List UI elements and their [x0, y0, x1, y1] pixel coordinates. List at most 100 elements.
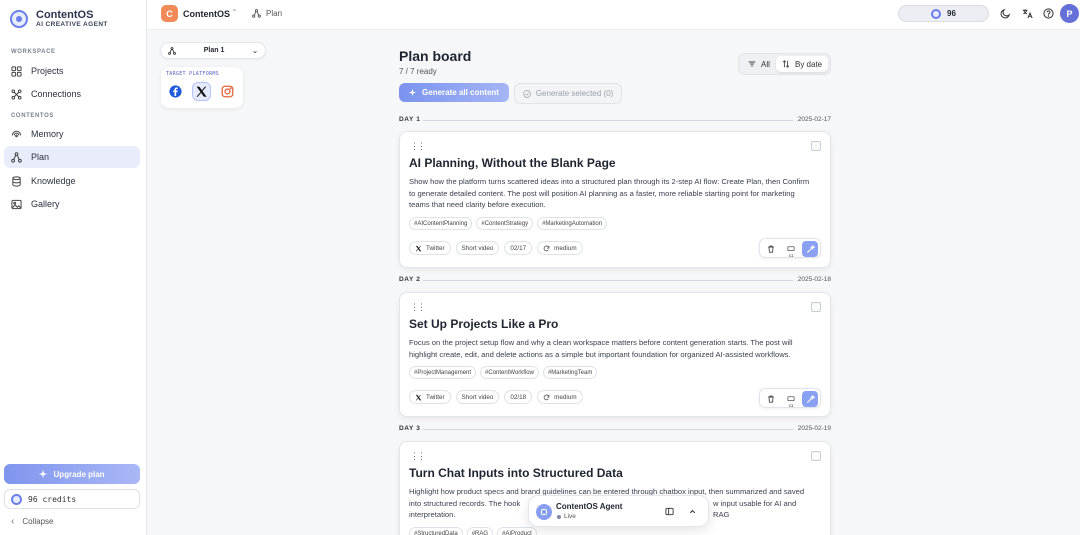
- hashtag: #ContentWorkflow: [480, 366, 539, 379]
- magic-wand-icon: [806, 394, 815, 403]
- database-icon: [12, 175, 21, 187]
- refresh-icon: [543, 394, 550, 400]
- filter-all-label: All: [761, 59, 770, 69]
- refresh-icon: [543, 245, 550, 251]
- sidebar-item-gallery[interactable]: Gallery: [4, 193, 140, 215]
- brand-name: ContentOS: [36, 9, 94, 21]
- sparkle-icon: [409, 89, 417, 96]
- status-dot: [557, 514, 561, 519]
- credits-icon: [931, 8, 942, 19]
- chevron-up-icon[interactable]: [688, 507, 697, 516]
- section-label-workspace: WORKSPACE: [11, 49, 56, 55]
- credits-count: 96: [947, 9, 956, 18]
- generate-card-button[interactable]: [802, 391, 818, 407]
- trash-icon[interactable]: [763, 391, 779, 407]
- content-card[interactable]: ⋮⋮ AI Planning, Without the Blank Page S…: [399, 131, 831, 268]
- brand-tagline: AI CREATIVE AGENT: [36, 21, 108, 28]
- day-date: 2025-02-19: [797, 425, 831, 432]
- generate-card-button[interactable]: [802, 241, 818, 257]
- sidebar-item-label: Gallery: [31, 199, 60, 209]
- upgrade-plan-button[interactable]: Upgrade plan: [4, 464, 140, 484]
- project-name[interactable]: ContentOS: [183, 9, 230, 19]
- sparkle-icon: [39, 470, 48, 478]
- generate-selected-button[interactable]: Generate selected (0): [514, 83, 622, 104]
- moon-icon[interactable]: [1000, 8, 1011, 19]
- card-title: AI Planning, Without the Blank Page: [409, 156, 616, 170]
- check-circle-icon: [522, 89, 531, 98]
- platform-badge: Twitter: [409, 241, 451, 255]
- sidebar-item-label: Memory: [31, 129, 64, 139]
- agent-widget[interactable]: ContentOS Agent Live: [528, 495, 709, 527]
- generate-all-label: Generate all content: [422, 88, 499, 97]
- help-icon[interactable]: [1043, 8, 1054, 19]
- project-avatar[interactable]: C: [161, 5, 178, 22]
- credits-pill[interactable]: 96: [898, 5, 989, 22]
- platform-toggle-instagram[interactable]: [218, 82, 237, 101]
- description-fragment: w input usable for AI and RAG: [713, 498, 797, 520]
- variant-count: x1: [788, 253, 794, 258]
- x-logo-icon: [415, 245, 422, 251]
- tag-list: #AIContentPlanning #ContentStrategy #Mar…: [409, 217, 608, 230]
- platform-toggle-facebook[interactable]: [166, 82, 185, 101]
- plan-selector[interactable]: Plan 1 ⌄: [160, 42, 266, 59]
- day-label: DAY 2: [399, 276, 421, 283]
- sidebar-item-projects[interactable]: Projects: [4, 60, 140, 82]
- day-divider: [423, 429, 793, 430]
- variant-count-button[interactable]: x1: [783, 241, 799, 258]
- platform-label: Twitter: [426, 393, 445, 401]
- monitor-icon: [787, 245, 795, 251]
- brand[interactable]: ContentOS AI CREATIVE AGENT: [10, 9, 108, 29]
- collapse-sidebar-button[interactable]: ‹ Collapse: [11, 516, 53, 527]
- agent-status-label: Live: [564, 513, 576, 520]
- meta-list: Twitter Short video 02/17 medium: [409, 241, 583, 255]
- card-description: Show how the platform turns scattered id…: [409, 177, 810, 210]
- collapse-label: Collapse: [22, 517, 54, 526]
- format-badge: Short video: [455, 241, 500, 255]
- variant-count-button[interactable]: x1: [783, 391, 799, 408]
- drag-handle-icon[interactable]: ⋮⋮: [410, 451, 426, 462]
- card-actions: x1: [759, 238, 821, 258]
- magic-wand-icon: [806, 244, 815, 253]
- facebook-icon: [169, 85, 182, 98]
- select-checkbox[interactable]: [811, 451, 821, 461]
- filter-by-date-label: By date: [795, 59, 823, 69]
- agent-name: ContentOS Agent: [556, 502, 623, 511]
- sidebar-item-label: Projects: [31, 66, 64, 76]
- credits-label: 96 credits: [28, 494, 77, 504]
- platform-badge: Twitter: [409, 390, 451, 404]
- hashtag: #MarketingAutomation: [537, 217, 608, 230]
- drag-handle-icon[interactable]: ⋮⋮: [410, 302, 426, 313]
- grid-icon: [11, 65, 22, 77]
- filter-all-button[interactable]: All: [742, 56, 776, 72]
- tag-list: #ProjectManagement #ContentWorkflow #Mar…: [409, 366, 598, 379]
- meta-list: Twitter Short video 02/18 medium: [409, 390, 583, 404]
- sidebar-item-knowledge[interactable]: Knowledge: [4, 170, 140, 192]
- memory-icon: [11, 130, 22, 137]
- credits-indicator[interactable]: 96 credits: [4, 489, 140, 509]
- select-checkbox[interactable]: [811, 302, 821, 312]
- chevron-updown-icon[interactable]: ⌃: [231, 8, 238, 17]
- select-checkbox[interactable]: [811, 141, 821, 151]
- translate-icon[interactable]: [1022, 8, 1033, 19]
- format-badge: Short video: [455, 390, 500, 404]
- user-avatar[interactable]: P: [1060, 4, 1079, 23]
- generate-all-button[interactable]: Generate all content: [399, 83, 509, 102]
- sidebar-item-plan[interactable]: Plan: [4, 146, 140, 168]
- sidebar-item-memory[interactable]: Memory: [4, 123, 140, 145]
- trash-icon[interactable]: [763, 241, 779, 257]
- agent-icon: [536, 504, 552, 520]
- platform-toggle-x[interactable]: [192, 82, 211, 101]
- content-card[interactable]: ⋮⋮ Set Up Projects Like a Pro Focus on t…: [399, 292, 831, 417]
- tag-list: #StructuredData #RAG #AIProduct: [409, 527, 537, 535]
- breadcrumb: Plan: [252, 9, 282, 18]
- top-bar: C ContentOS ⌃ Plan 96 P: [147, 0, 1080, 30]
- day-header: DAY 3 2025-02-19: [399, 425, 831, 435]
- day-divider: [423, 120, 793, 121]
- filter-by-date-button[interactable]: By date: [776, 56, 829, 72]
- ready-count: 7 / 7 ready: [399, 67, 437, 76]
- length-label: medium: [554, 393, 577, 401]
- panel-icon[interactable]: [665, 507, 674, 516]
- hashtag: #AIProduct: [497, 527, 537, 535]
- sidebar-item-connections[interactable]: Connections: [4, 83, 140, 105]
- drag-handle-icon[interactable]: ⋮⋮: [410, 141, 426, 152]
